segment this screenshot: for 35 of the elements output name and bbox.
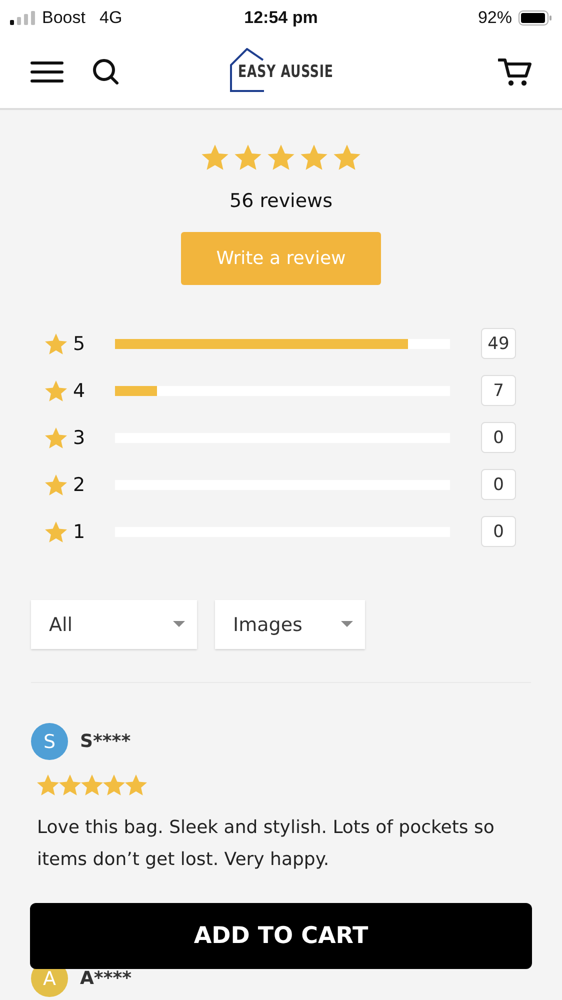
filter-dropdown[interactable]: All: [31, 600, 197, 649]
clock-time: 12:54 pm: [244, 8, 318, 28]
rating-count: 49: [481, 328, 516, 359]
star-level: 4: [73, 380, 86, 402]
star-icon: [45, 474, 67, 496]
reviewer-name: A****: [80, 968, 132, 989]
star-icon: [45, 380, 67, 402]
star-level: 5: [73, 332, 86, 354]
menu-button[interactable]: [30, 60, 64, 84]
filter-dropdown[interactable]: Images: [215, 600, 365, 649]
caret-icon: [341, 621, 353, 628]
battery-percent: 92%: [478, 8, 512, 28]
reviewer-name: S****: [80, 731, 131, 752]
rating-count: 0: [481, 516, 516, 547]
rating-count: 0: [481, 422, 516, 453]
review-text: Love this bag. Sleek and stylish. Lots of pockets so items don’t get lost. Very happy.: [37, 816, 496, 872]
star-icon: [45, 426, 67, 448]
star-icon: [45, 332, 67, 354]
carrier-name: Boost: [42, 8, 86, 28]
signal-icon: [10, 11, 36, 25]
star-icon: [45, 520, 67, 542]
star-level: 1: [73, 520, 86, 542]
network-type: 4G: [99, 8, 122, 28]
rating-count: 7: [481, 375, 516, 406]
star-level: 3: [73, 426, 86, 448]
star-level: 2: [73, 474, 86, 496]
avatar: S: [31, 723, 68, 760]
cart-button[interactable]: [498, 57, 532, 87]
rating-count: 0: [481, 469, 516, 500]
battery-icon: [518, 10, 552, 26]
search-button[interactable]: [92, 58, 120, 86]
caret-icon: [173, 621, 185, 628]
review-count: 56 reviews: [230, 190, 332, 212]
add-to-cart-button[interactable]: ADD TO CART: [30, 903, 532, 969]
logo-text[interactable]: EASY AUSSIE: [238, 62, 334, 82]
